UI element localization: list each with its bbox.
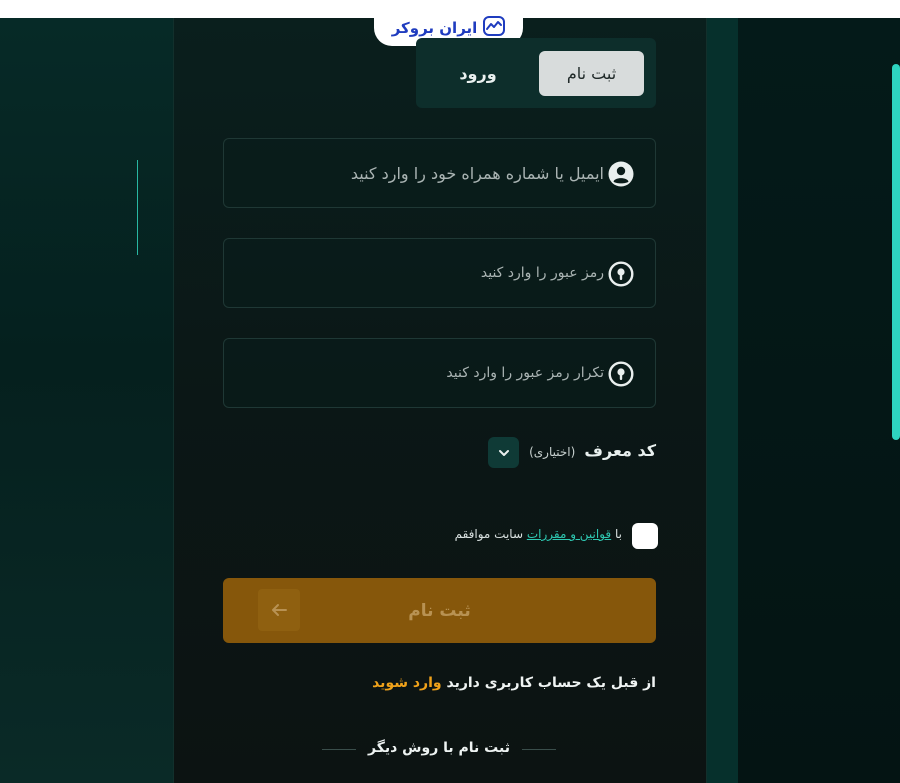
submit-label: ثبت نام (408, 600, 471, 621)
chart-wave-icon (483, 16, 506, 40)
referral-optional-note: (اختیاری) (529, 445, 576, 459)
referral-label: کد معرف (اختیاری) (529, 441, 656, 460)
tab-register[interactable]: ثبت نام (539, 51, 644, 96)
register-submit-button[interactable]: ثبت نام (223, 578, 656, 643)
decorative-accent-line (137, 160, 138, 255)
divider-line-left (322, 749, 356, 750)
key-icon (608, 261, 634, 287)
referral-toggle-button[interactable] (488, 437, 519, 468)
other-method-divider: ثبت نام با روش دیگر (322, 738, 556, 762)
right-background-panel (738, 18, 900, 783)
scrollbar-thumb[interactable] (892, 64, 900, 440)
password-repeat-input[interactable] (234, 339, 604, 407)
arrow-left-icon (258, 589, 300, 631)
have-account-text: از قبل یک حساب کاربری دارید (446, 675, 656, 691)
terms-suffix: سایت موافقم (454, 527, 523, 541)
terms-prefix: با (615, 527, 622, 541)
login-link[interactable]: وارد شوید (372, 675, 442, 691)
key-icon (608, 361, 634, 387)
terms-text: با قوانین و مقررات سایت موافقم (455, 527, 622, 541)
terms-link[interactable]: قوانین و مقررات (527, 527, 611, 541)
have-account-line: از قبل یک حساب کاربری دارید وارد شوید (330, 675, 656, 691)
referral-title: کد معرف (584, 441, 656, 460)
left-background-panel (0, 18, 173, 783)
email-input[interactable] (234, 139, 604, 207)
brand-name: ایران بروکر (391, 19, 478, 37)
email-field (223, 138, 656, 208)
terms-agreement: با قوانین و مقررات سایت موافقم (400, 522, 658, 550)
right-divider-strip (707, 18, 738, 783)
terms-checkbox[interactable] (632, 523, 658, 549)
tab-login[interactable]: ورود (434, 51, 522, 96)
referral-code-section: کد معرف (اختیاری) (488, 437, 658, 468)
password-repeat-field (223, 338, 656, 408)
password-input[interactable] (234, 239, 604, 307)
other-method-label: ثبت نام با روش دیگر (368, 740, 510, 756)
divider-line-right (522, 749, 556, 750)
chevron-down-icon (497, 443, 511, 462)
user-icon (608, 161, 634, 187)
password-field (223, 238, 656, 308)
auth-tabs: ثبت نام ورود (416, 38, 656, 108)
